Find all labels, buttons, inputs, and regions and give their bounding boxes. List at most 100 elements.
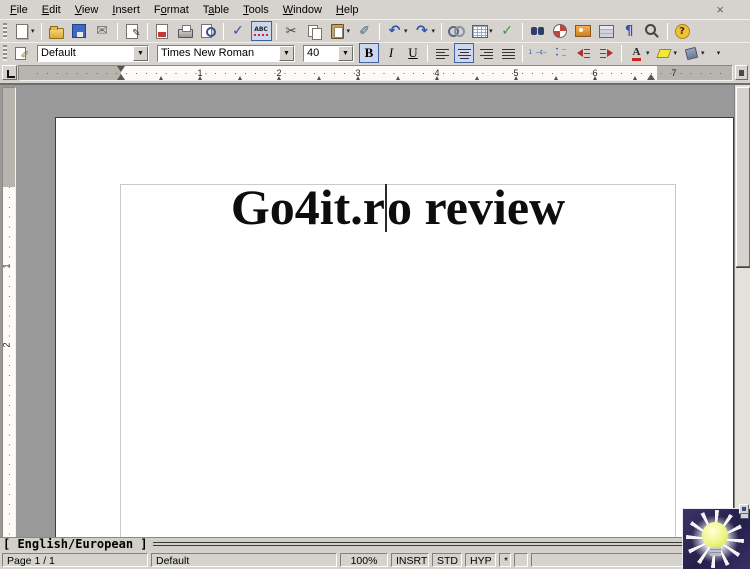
status-page-indicator[interactable]: Page 1 / 1 — [2, 553, 148, 567]
menu-help[interactable]: Help — [329, 3, 366, 17]
horizontal-ruler[interactable]: 1234567 — [18, 65, 733, 81]
new-document-icon[interactable]: ▾ — [11, 21, 37, 41]
menu-table[interactable]: Table — [196, 3, 236, 17]
menu-format[interactable]: Format — [147, 3, 196, 17]
numbering-icon[interactable] — [527, 43, 548, 63]
chevron-down-icon[interactable]: ▾ — [674, 49, 678, 57]
bullets-icon[interactable] — [550, 43, 571, 63]
lightbulb-icon[interactable] — [702, 522, 728, 548]
print-icon[interactable] — [175, 21, 196, 41]
menu-window[interactable]: Window — [276, 3, 329, 17]
chevron-down-icon[interactable]: ▾ — [489, 27, 493, 35]
status-modified-flag[interactable]: * — [499, 553, 511, 567]
align-right-icon[interactable] — [476, 43, 496, 63]
ruler-end-button[interactable] — [735, 65, 748, 80]
decrease-indent-icon[interactable] — [573, 43, 594, 63]
hyperlink-icon[interactable] — [446, 21, 467, 41]
document-title-text[interactable]: Go4it.ro review — [120, 178, 676, 236]
save-icon[interactable] — [69, 21, 90, 41]
paragraph-style-value[interactable]: Default — [38, 46, 133, 61]
align-left-icon[interactable] — [432, 43, 452, 63]
underline-button[interactable]: U — [403, 43, 423, 63]
data-sources-icon[interactable] — [596, 21, 617, 41]
nonprinting-characters-icon[interactable] — [619, 21, 640, 41]
chevron-down-icon[interactable]: ▼ — [338, 46, 353, 61]
navigator-icon[interactable] — [550, 21, 571, 41]
cut-icon[interactable] — [281, 21, 302, 41]
tab-type-selector-icon[interactable] — [2, 65, 17, 80]
chevron-down-icon[interactable]: ▾ — [404, 27, 408, 35]
status-insert-mode[interactable]: INSRT — [391, 553, 429, 567]
status-selection-mode[interactable]: STD — [432, 553, 462, 567]
status-hyperlink-mode[interactable]: HYP — [465, 553, 496, 567]
scrollbar-split-button[interactable] — [739, 504, 749, 514]
zoom-icon[interactable] — [642, 21, 663, 41]
format-paintbrush-icon[interactable] — [354, 21, 375, 41]
menu-tools[interactable]: Tools — [236, 3, 276, 17]
bold-button[interactable]: B — [359, 43, 379, 63]
help-agent-window[interactable] — [682, 508, 750, 569]
vertical-ruler[interactable]: 12 — [2, 87, 16, 537]
highlighting-icon[interactable]: ▾ — [654, 43, 680, 63]
close-icon[interactable]: × — [716, 3, 724, 16]
font-name-combo[interactable]: Times New Roman ▼ — [157, 45, 295, 62]
scrollbar-thumb[interactable] — [736, 87, 750, 267]
menu-view[interactable]: View — [68, 3, 106, 17]
menu-file[interactable]: File — [3, 3, 35, 17]
vertical-scrollbar[interactable] — [734, 85, 750, 537]
font-size-value[interactable]: 40 — [304, 46, 338, 61]
paste-icon[interactable]: ▾ — [327, 21, 353, 41]
toolbar-options-icon[interactable] — [709, 43, 729, 63]
status-zoom-level[interactable]: 100% — [340, 553, 388, 567]
toolbar-grip[interactable] — [3, 45, 7, 61]
toolbar-separator — [41, 23, 42, 40]
menu-edit[interactable]: Edit — [35, 3, 68, 17]
text-boundary — [120, 184, 676, 537]
redo-icon[interactable]: ▾ — [412, 21, 438, 41]
right-indent-marker[interactable] — [647, 74, 655, 80]
email-icon[interactable] — [92, 21, 113, 41]
document-page[interactable]: Go4it.ro review — [55, 117, 734, 537]
font-color-icon[interactable]: ▾ — [626, 43, 652, 63]
help-icon[interactable] — [672, 21, 693, 41]
toolbar-separator — [379, 23, 380, 40]
left-indent-marker[interactable] — [117, 74, 125, 80]
chevron-down-icon[interactable]: ▼ — [133, 46, 148, 61]
autospellcheck-icon[interactable] — [251, 21, 272, 41]
keyboard-layout-indicator: [ English/European ] — [0, 538, 148, 551]
italic-button[interactable]: I — [381, 43, 401, 63]
chevron-down-icon[interactable]: ▼ — [279, 46, 294, 61]
undo-icon[interactable]: ▾ — [384, 21, 410, 41]
draw-functions-icon[interactable] — [497, 21, 518, 41]
status-page-style[interactable]: Default — [151, 553, 337, 567]
export-pdf-icon[interactable] — [152, 21, 173, 41]
background-color-icon[interactable]: ▾ — [681, 43, 707, 63]
edit-file-icon[interactable] — [122, 21, 143, 41]
align-center-icon[interactable] — [454, 43, 474, 63]
paragraph-style-combo[interactable]: Default ▼ — [37, 45, 149, 62]
page-preview-icon[interactable] — [198, 21, 219, 41]
copy-icon[interactable] — [304, 21, 325, 41]
toolbar-grip[interactable] — [3, 23, 7, 39]
increase-indent-icon[interactable] — [596, 43, 617, 63]
chevron-down-icon[interactable]: ▾ — [701, 49, 705, 57]
default-tabstop-marker — [554, 76, 558, 80]
first-line-indent-marker[interactable] — [117, 66, 125, 72]
status-empty-cell-2[interactable] — [531, 553, 683, 567]
find-replace-icon[interactable] — [527, 21, 548, 41]
chevron-down-icon[interactable]: ▾ — [31, 27, 35, 35]
styles-icon[interactable] — [11, 43, 32, 63]
justify-icon[interactable] — [498, 43, 518, 63]
menu-insert[interactable]: Insert — [105, 3, 147, 17]
chevron-down-icon[interactable]: ▾ — [347, 27, 351, 35]
chevron-down-icon[interactable]: ▾ — [432, 27, 436, 35]
standard-toolbar: ▾ ▾ ▾ ▾ ▾ — [0, 19, 750, 42]
table-icon[interactable]: ▾ — [469, 21, 495, 41]
font-name-value[interactable]: Times New Roman — [158, 46, 279, 61]
font-size-combo[interactable]: 40 ▼ — [303, 45, 354, 62]
gallery-icon[interactable] — [573, 21, 594, 41]
open-icon[interactable] — [46, 21, 67, 41]
chevron-down-icon[interactable]: ▾ — [646, 49, 650, 57]
status-empty-cell-1[interactable] — [514, 553, 528, 567]
spellcheck-icon[interactable] — [228, 21, 249, 41]
